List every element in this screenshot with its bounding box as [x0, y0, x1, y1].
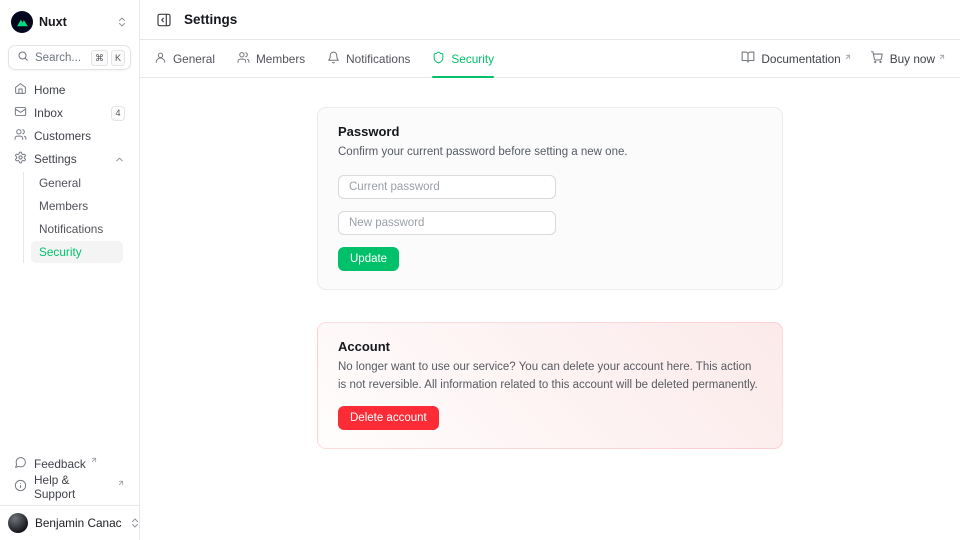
sidebar-item-label: Members: [39, 199, 88, 213]
tab-general[interactable]: General: [154, 40, 215, 77]
collapse-sidebar-button[interactable]: [154, 10, 174, 30]
sidebar-item-inbox[interactable]: Inbox 4: [8, 102, 131, 124]
bell-icon: [327, 51, 340, 67]
account-card: Account No longer want to use our servic…: [317, 322, 783, 449]
team-name: Nuxt: [39, 15, 110, 29]
tab-members[interactable]: Members: [237, 40, 305, 77]
search-input[interactable]: Search... ⌘K: [8, 45, 131, 70]
user-name: Benjamin Canac: [35, 516, 122, 530]
external-link-icon: [938, 53, 946, 61]
content-area: Password Confirm your current password b…: [140, 78, 960, 540]
tab-label: Members: [256, 52, 305, 66]
chevrons-up-down-icon: [116, 16, 128, 28]
tabs: General Members Notifications: [154, 40, 494, 77]
users-icon: [237, 51, 250, 67]
sidebar-item-security[interactable]: Security: [31, 241, 123, 263]
buy-now-link[interactable]: Buy now: [870, 50, 946, 67]
sidebar: Nuxt Search... ⌘K Home: [0, 0, 140, 540]
user-icon: [154, 51, 167, 67]
chevron-up-icon: [114, 154, 125, 165]
sidebar-spacer: [0, 263, 139, 453]
account-card-description: No longer want to use our service? You c…: [338, 359, 762, 394]
settings-column: Password Confirm your current password b…: [317, 107, 783, 449]
footer-link-label: Help & Support: [34, 473, 113, 501]
new-password-field[interactable]: [338, 211, 556, 235]
link-label: Documentation: [761, 52, 840, 66]
settings-subnav: General Members Notifications Security: [23, 172, 123, 263]
tab-bar: General Members Notifications: [140, 40, 960, 78]
sidebar-item-home[interactable]: Home: [8, 79, 131, 101]
page-title: Settings: [184, 12, 237, 27]
book-open-icon: [741, 50, 755, 67]
search-shortcut: ⌘K: [91, 50, 125, 66]
kbd-meta: ⌘: [91, 50, 108, 66]
current-password-field[interactable]: [338, 175, 556, 199]
sidebar-item-label: General: [39, 176, 81, 190]
documentation-link[interactable]: Documentation: [741, 50, 851, 67]
sidebar-item-label: Settings: [34, 152, 107, 166]
chat-bubble-icon: [14, 456, 27, 472]
sidebar-item-notifications[interactable]: Notifications: [31, 218, 123, 240]
search-placeholder: Search...: [35, 52, 85, 64]
link-label: Buy now: [890, 52, 935, 66]
users-icon: [14, 128, 27, 144]
password-card: Password Confirm your current password b…: [317, 107, 783, 290]
tab-label: Notifications: [346, 52, 410, 66]
sidebar-item-label: Home: [34, 83, 125, 97]
tab-label: General: [173, 52, 215, 66]
password-card-title: Password: [338, 124, 762, 139]
sidebar-item-customers[interactable]: Customers: [8, 125, 131, 147]
sidebar-item-label: Customers: [34, 129, 125, 143]
sidebar-item-settings[interactable]: Settings: [8, 148, 131, 170]
delete-account-button[interactable]: Delete account: [338, 406, 439, 430]
tab-security[interactable]: Security: [432, 40, 494, 77]
avatar: [8, 513, 28, 533]
sidebar-item-label: Inbox: [34, 106, 104, 120]
help-support-link[interactable]: Help & Support: [8, 476, 131, 498]
external-link-icon: [844, 53, 852, 61]
app-root: Nuxt Search... ⌘K Home: [0, 0, 960, 540]
shopping-cart-icon: [870, 50, 884, 67]
sidebar-item-label: Security: [39, 245, 82, 259]
home-icon: [14, 82, 27, 98]
account-card-title: Account: [338, 339, 762, 354]
team-switcher[interactable]: Nuxt: [8, 9, 131, 35]
main-panel: Settings General Members: [140, 0, 960, 540]
inbox-icon: [14, 105, 27, 121]
sidebar-item-general[interactable]: General: [31, 172, 123, 194]
kbd-key: K: [111, 50, 125, 66]
sidebar-item-members[interactable]: Members: [31, 195, 123, 217]
feedback-link[interactable]: Feedback: [8, 453, 131, 475]
gear-icon: [14, 151, 27, 167]
page-header: Settings: [140, 0, 960, 40]
tab-bar-links: Documentation Buy now: [741, 50, 946, 67]
sidebar-item-label: Notifications: [39, 222, 103, 236]
update-password-button[interactable]: Update: [338, 247, 399, 271]
nuxt-logo-icon: [11, 11, 33, 33]
sidebar-footer-nav: Feedback Help & Support: [0, 453, 139, 505]
search-icon: [17, 50, 29, 65]
password-card-description: Confirm your current password before set…: [338, 144, 762, 161]
footer-link-label: Feedback: [34, 457, 86, 471]
info-circle-icon: [14, 479, 27, 495]
sidebar-nav: Home Inbox 4 Customers Settings: [0, 79, 139, 263]
shield-icon: [432, 51, 445, 67]
user-menu[interactable]: Benjamin Canac: [0, 505, 139, 540]
tab-notifications[interactable]: Notifications: [327, 40, 410, 77]
tab-label: Security: [451, 52, 494, 66]
external-link-icon: [117, 479, 125, 487]
inbox-count-badge: 4: [111, 106, 125, 121]
external-link-icon: [90, 456, 98, 464]
chevrons-up-down-icon: [129, 517, 141, 529]
